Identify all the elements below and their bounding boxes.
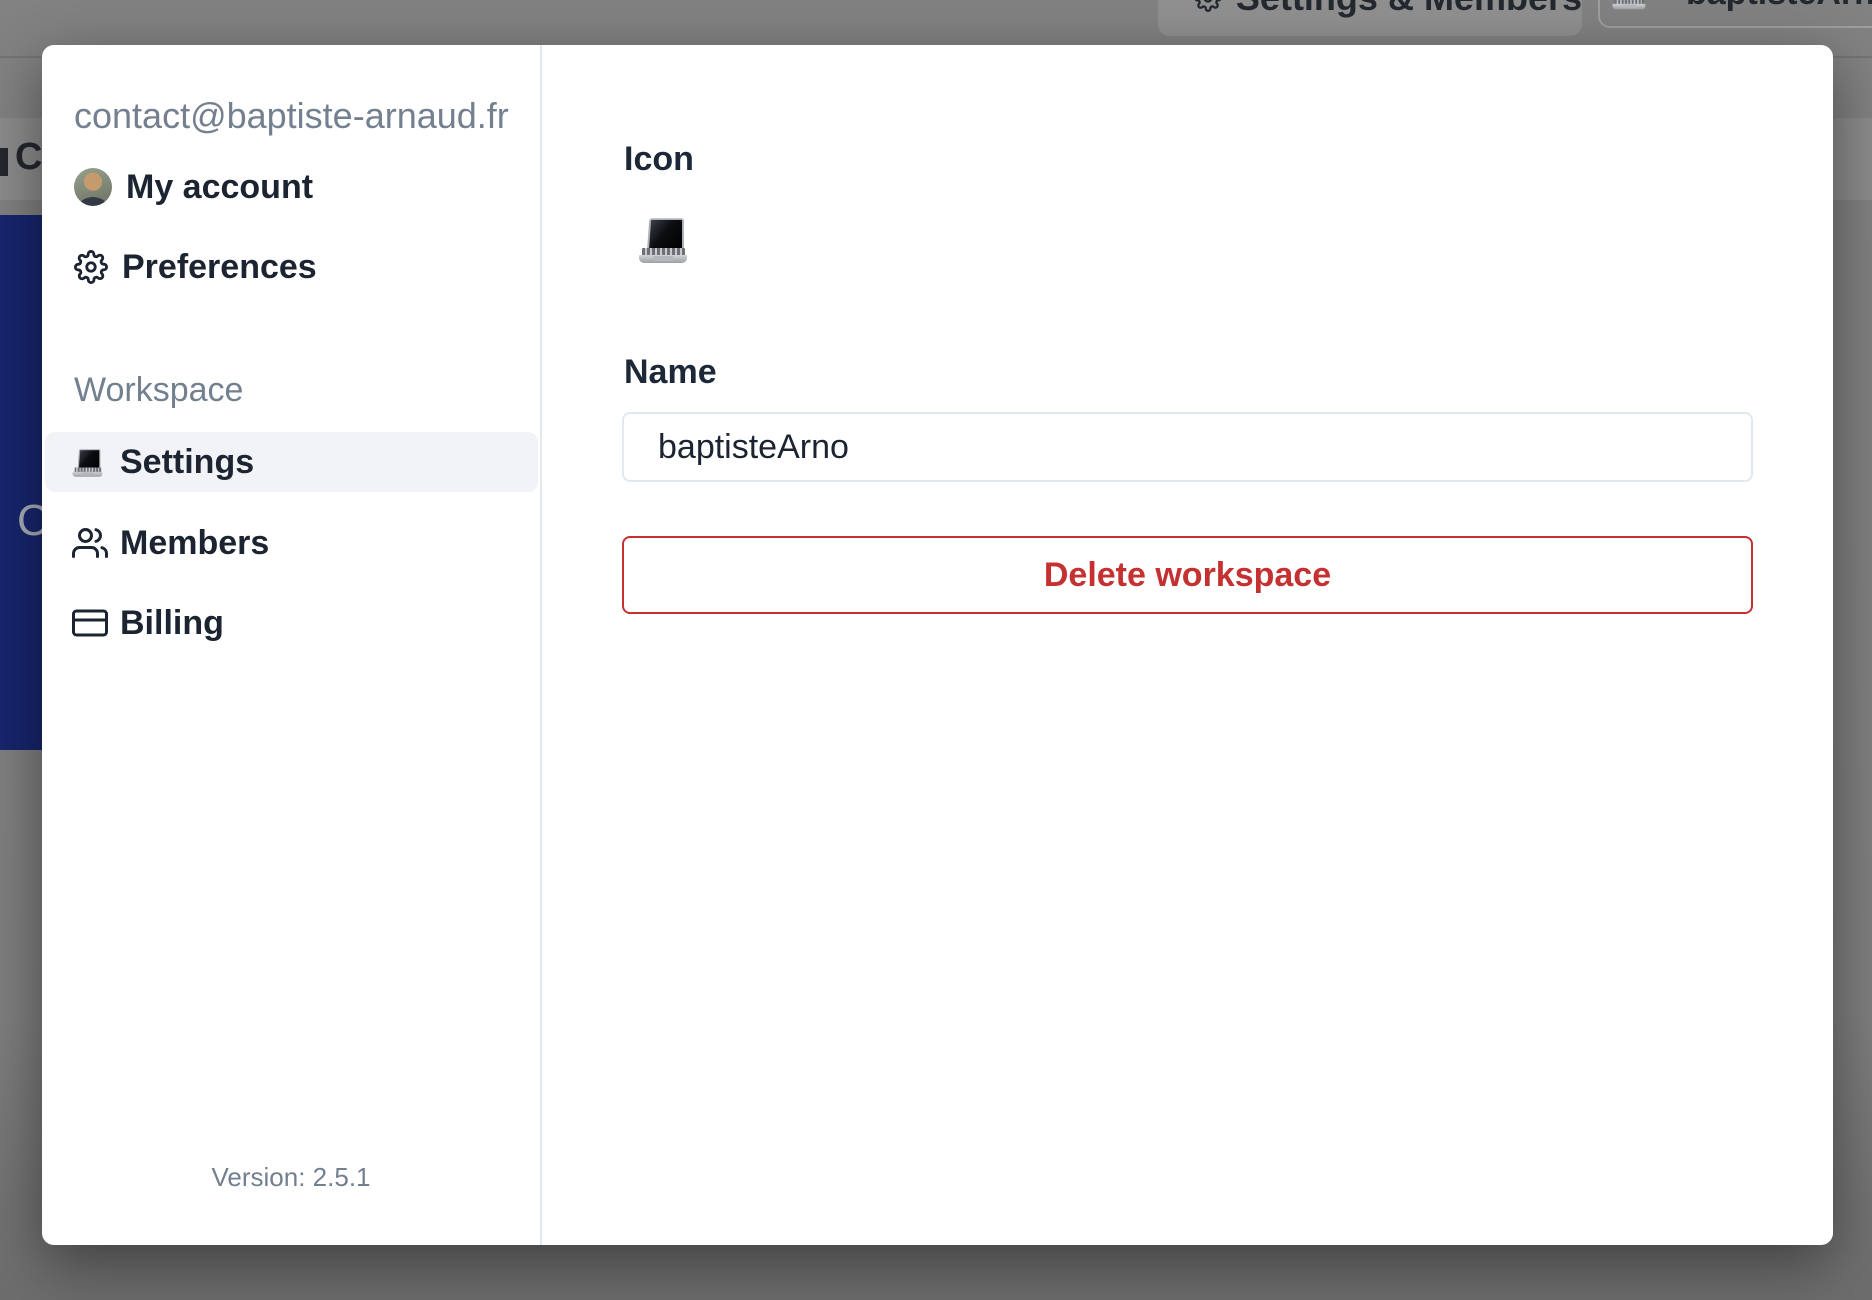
workspace-name-input[interactable] [622,412,1753,482]
workspace-section-label: Workspace [74,371,244,409]
users-icon [72,528,108,558]
screen: Cr C Settings & Members baptisteArno con… [0,0,1872,1300]
sidebar-item-label: Members [120,523,270,562]
sidebar-item-my-account[interactable]: My account [74,163,313,211]
user-avatar [74,168,112,206]
gear-icon [74,250,108,284]
laptop-emoji-icon [638,214,688,264]
workspace-icon-button[interactable] [636,213,690,267]
sidebar-item-settings[interactable]: Settings [45,432,538,492]
workspace-menu-label: baptisteArno [1686,0,1872,13]
sidebar-item-label: Billing [120,603,224,642]
settings-members-button[interactable]: Settings & Members [1158,0,1582,36]
sidebar-item-preferences[interactable]: Preferences [74,243,317,291]
account-email: contact@baptiste-arnaud.fr [74,95,509,136]
sidebar-item-label: Preferences [122,247,317,286]
workspace-settings-modal: contact@baptiste-arnaud.fr My account Pr… [42,45,1833,1245]
settings-members-label: Settings & Members [1236,0,1582,19]
workspace-menu-button[interactable]: baptisteArno [1598,0,1872,28]
sidebar-item-members[interactable]: Members [45,513,538,573]
icon-section-label: Icon [624,140,694,178]
name-section-label: Name [624,353,717,391]
sidebar-item-billing[interactable]: Billing [45,593,538,653]
laptop-emoji-icon [1612,0,1646,10]
delete-workspace-button[interactable]: Delete workspace [622,536,1753,614]
sidebar-item-label: My account [126,167,314,206]
settings-sidebar: contact@baptiste-arnaud.fr My account Pr… [42,45,542,1245]
gear-icon [1194,0,1222,12]
laptop-emoji-icon [72,447,103,478]
app-version: Version: 2.5.1 [211,1162,371,1192]
workspace-settings-content: Icon Name Delete workspace [622,45,1753,1245]
sidebar-item-label: Settings [120,442,255,481]
credit-card-icon [72,609,108,637]
background-clipped-icon [0,148,8,176]
